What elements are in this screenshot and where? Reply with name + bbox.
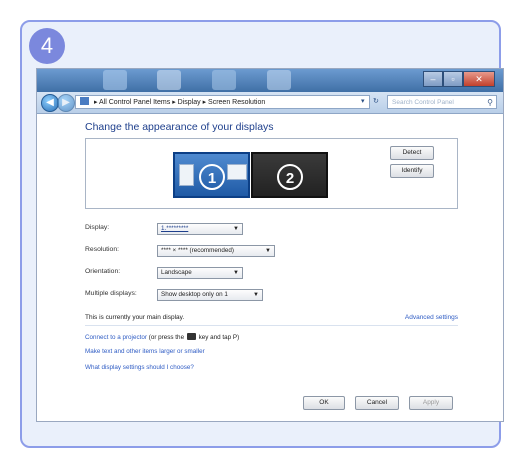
display-label: Display: bbox=[85, 224, 110, 231]
breadcrumb-separator: ▸ bbox=[172, 99, 176, 106]
screen-resolution-window: – ▫ ✕ ◀ ▶ ▸ All Control Panel Items ▸ Di… bbox=[37, 69, 503, 421]
titlebar-decoration bbox=[267, 70, 291, 90]
monitor-2-number: 2 bbox=[277, 164, 303, 190]
forward-arrow-icon[interactable]: ▶ bbox=[57, 94, 75, 112]
monitor-1-window-thumbnail bbox=[227, 164, 247, 180]
content-area: Change the appearance of your displays 1… bbox=[37, 114, 503, 421]
orientation-select[interactable]: Landscape ▼ bbox=[157, 267, 243, 279]
apply-button[interactable]: Apply bbox=[409, 396, 453, 410]
resolution-select[interactable]: **** × **** (recommended) ▼ bbox=[157, 245, 275, 257]
text-size-link[interactable]: Make text and other items larger or smal… bbox=[85, 348, 205, 355]
monitor-2[interactable]: 2 bbox=[251, 152, 328, 198]
multiple-displays-select[interactable]: Show desktop only on 1 ▼ bbox=[157, 289, 263, 301]
refresh-icon[interactable]: ↻ bbox=[373, 95, 379, 109]
titlebar-decoration bbox=[212, 70, 236, 90]
minimize-button[interactable]: – bbox=[423, 71, 443, 87]
dropdown-arrow-icon: ▼ bbox=[233, 270, 239, 276]
maximize-button[interactable]: ▫ bbox=[443, 71, 463, 87]
detect-button[interactable]: Detect bbox=[390, 146, 434, 160]
multiple-displays-label: Multiple displays: bbox=[85, 290, 137, 297]
breadcrumb[interactable]: ▸ All Control Panel Items ▸ Display ▸ Sc… bbox=[75, 95, 370, 109]
display-value: 1.********* bbox=[161, 225, 189, 232]
main-display-note: This is currently your main display. bbox=[85, 314, 185, 321]
breadcrumb-separator: ▸ bbox=[202, 99, 207, 106]
titlebar-decoration bbox=[157, 70, 181, 90]
orientation-label: Orientation: bbox=[85, 268, 121, 275]
title-bar: – ▫ ✕ bbox=[37, 69, 503, 92]
which-settings-link[interactable]: What display settings should I choose? bbox=[85, 364, 194, 371]
advanced-settings-link[interactable]: Advanced settings bbox=[405, 314, 458, 321]
monitor-1-number: 1 bbox=[199, 164, 225, 190]
address-bar: ◀ ▶ ▸ All Control Panel Items ▸ Display … bbox=[37, 92, 503, 114]
connect-projector-link[interactable]: Connect to a projector bbox=[85, 334, 147, 341]
resolution-value: **** × **** (recommended) bbox=[161, 247, 234, 254]
control-panel-icon bbox=[80, 97, 89, 105]
monitor-1-window-thumbnail bbox=[179, 164, 194, 186]
search-input[interactable]: Search Control Panel ⚲ bbox=[387, 95, 497, 109]
multiple-displays-value: Show desktop only on 1 bbox=[161, 291, 228, 298]
address-dropdown-icon[interactable]: ▾ bbox=[361, 95, 365, 109]
monitor-1[interactable]: 1 bbox=[173, 152, 250, 198]
titlebar-decoration bbox=[103, 70, 127, 90]
monitor-arrangement: 1 2 Detect Identify bbox=[85, 138, 458, 209]
breadcrumb-all-control-panel-items[interactable]: All Control Panel Items bbox=[99, 99, 170, 106]
projector-hint-tail: key and tap P) bbox=[198, 334, 240, 341]
step-badge: 4 bbox=[29, 28, 65, 64]
window-controls: – ▫ ✕ bbox=[423, 71, 495, 87]
resolution-label: Resolution: bbox=[85, 246, 120, 253]
dropdown-arrow-icon: ▼ bbox=[233, 226, 239, 232]
separator bbox=[85, 325, 458, 326]
dropdown-arrow-icon: ▼ bbox=[265, 248, 271, 254]
breadcrumb-screen-resolution[interactable]: Screen Resolution bbox=[208, 99, 265, 106]
projector-link-row: Connect to a projector (or press the key… bbox=[85, 333, 239, 341]
ok-button[interactable]: OK bbox=[303, 396, 345, 410]
projector-hint: (or press the bbox=[148, 334, 185, 341]
page-title: Change the appearance of your displays bbox=[85, 121, 274, 133]
display-select[interactable]: 1.********* ▼ bbox=[157, 223, 243, 235]
windows-key-icon bbox=[186, 333, 196, 340]
orientation-value: Landscape bbox=[161, 269, 192, 276]
search-placeholder: Search Control Panel bbox=[392, 99, 454, 106]
identify-button[interactable]: Identify bbox=[390, 164, 434, 178]
dropdown-arrow-icon: ▼ bbox=[253, 292, 259, 298]
breadcrumb-display[interactable]: Display bbox=[178, 99, 201, 106]
close-button[interactable]: ✕ bbox=[463, 71, 495, 87]
cancel-button[interactable]: Cancel bbox=[355, 396, 399, 410]
breadcrumb-separator: ▸ bbox=[93, 99, 98, 106]
search-icon[interactable]: ⚲ bbox=[487, 96, 493, 110]
